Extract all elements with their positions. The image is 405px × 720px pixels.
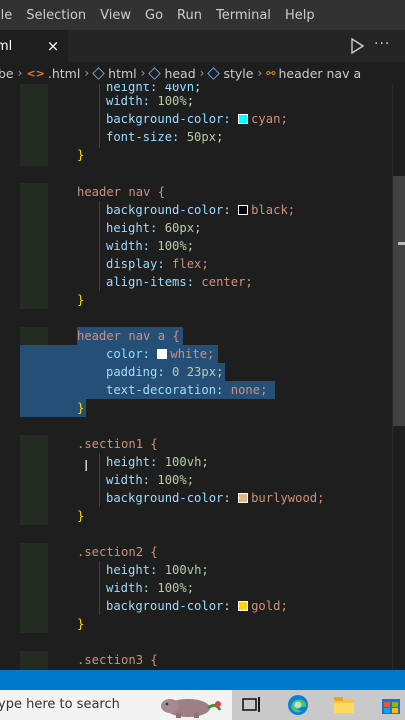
code-line: background-color: gold; [106, 599, 288, 613]
menu-go[interactable]: Go [138, 8, 170, 23]
breadcrumb: be › <> .html › html › head › style › ⚯ … [0, 62, 405, 84]
cube-icon [92, 66, 105, 80]
code-line: } [77, 617, 85, 631]
tab-active-file[interactable]: ml × [0, 30, 68, 62]
code-line: padding: 0 23px; [106, 365, 224, 379]
code-line: height: 60px; [106, 221, 202, 235]
code-line: width: 100%; [106, 239, 195, 253]
hippo-icon [161, 699, 222, 718]
scrollbar-thumb[interactable] [393, 176, 405, 426]
status-bar [0, 670, 405, 690]
code-line: display: flex; [106, 257, 209, 271]
color-swatch-white[interactable] [157, 349, 168, 359]
code-line: height: 100vh; [106, 455, 209, 469]
code-line: } [77, 293, 85, 307]
code-line: .section2 { [77, 545, 158, 559]
code-line: header nav { [77, 185, 166, 199]
breadcrumb-html[interactable]: html [92, 66, 137, 81]
code-line: background-color: burlywood; [106, 491, 325, 505]
code-line: font-size: 50px; [106, 130, 224, 144]
code-line: .section3 { [77, 653, 158, 667]
menu-terminal[interactable]: Terminal [209, 8, 278, 23]
style-rule-icon: ⚯ [266, 66, 276, 80]
color-swatch-gold[interactable] [238, 601, 249, 611]
code-line: header nav a { [77, 329, 180, 343]
code-line: width: 100%; [106, 581, 195, 595]
text-cursor-icon: I [84, 457, 89, 475]
code-line: } [77, 401, 85, 415]
more-actions-icon[interactable]: ··· [374, 36, 390, 52]
breadcrumb-folder[interactable]: be [0, 66, 14, 81]
code-line: background-color: cyan; [106, 112, 288, 126]
code-line: } [77, 148, 85, 162]
scrollbar-marker [398, 242, 405, 245]
code-line: .section1 { [77, 437, 158, 451]
chevron-right-icon: › [257, 66, 263, 80]
breadcrumb-style[interactable]: style [207, 66, 253, 81]
menu-bar: ile Selection View Go Run Terminal Help [0, 0, 405, 30]
menu-view[interactable]: View [93, 8, 138, 23]
task-view-icon[interactable] [238, 693, 264, 717]
code-editor[interactable]: height: 40vh; width: 100%; background-co… [0, 84, 405, 670]
cube-icon [207, 66, 221, 80]
chevron-right-icon: › [140, 66, 146, 80]
breadcrumb-selector[interactable]: ⚯ header nav a [266, 66, 361, 81]
play-icon[interactable] [350, 38, 364, 54]
code-line: color: white; [106, 347, 215, 361]
menu-selection[interactable]: Selection [19, 8, 93, 23]
breadcrumb-file[interactable]: <> .html [26, 66, 80, 81]
menu-help[interactable]: Help [278, 8, 322, 23]
editor-tab-bar: ml × [0, 30, 405, 62]
code-line: width: 100%; [106, 473, 195, 487]
windows-taskbar: ype here to search [0, 690, 405, 720]
breadcrumb-head[interactable]: head [148, 66, 196, 81]
chevron-right-icon: › [199, 66, 205, 80]
store-icon[interactable] [378, 693, 404, 717]
code-line: align-items: center; [106, 275, 253, 289]
file-explorer-icon[interactable] [331, 693, 357, 717]
code-line: height: 100vh; [106, 563, 209, 577]
code-line: } [77, 509, 85, 523]
color-swatch-burlywood[interactable] [238, 493, 249, 503]
cube-icon [148, 66, 162, 80]
html-icon: <> [26, 66, 45, 80]
menu-run[interactable]: Run [170, 8, 209, 23]
color-swatch-black[interactable] [238, 205, 249, 215]
code-line: background-color: black; [106, 203, 296, 217]
menu-file[interactable]: ile [0, 8, 19, 23]
close-icon[interactable]: × [46, 37, 60, 55]
code-line: width: 100%; [106, 94, 195, 108]
chevron-right-icon: › [17, 66, 23, 80]
edge-icon[interactable] [285, 693, 311, 717]
chevron-right-icon: › [84, 66, 90, 80]
code-line: text-decoration: none; [106, 383, 268, 397]
color-swatch-cyan[interactable] [238, 114, 249, 124]
tab-label: ml [0, 38, 13, 54]
